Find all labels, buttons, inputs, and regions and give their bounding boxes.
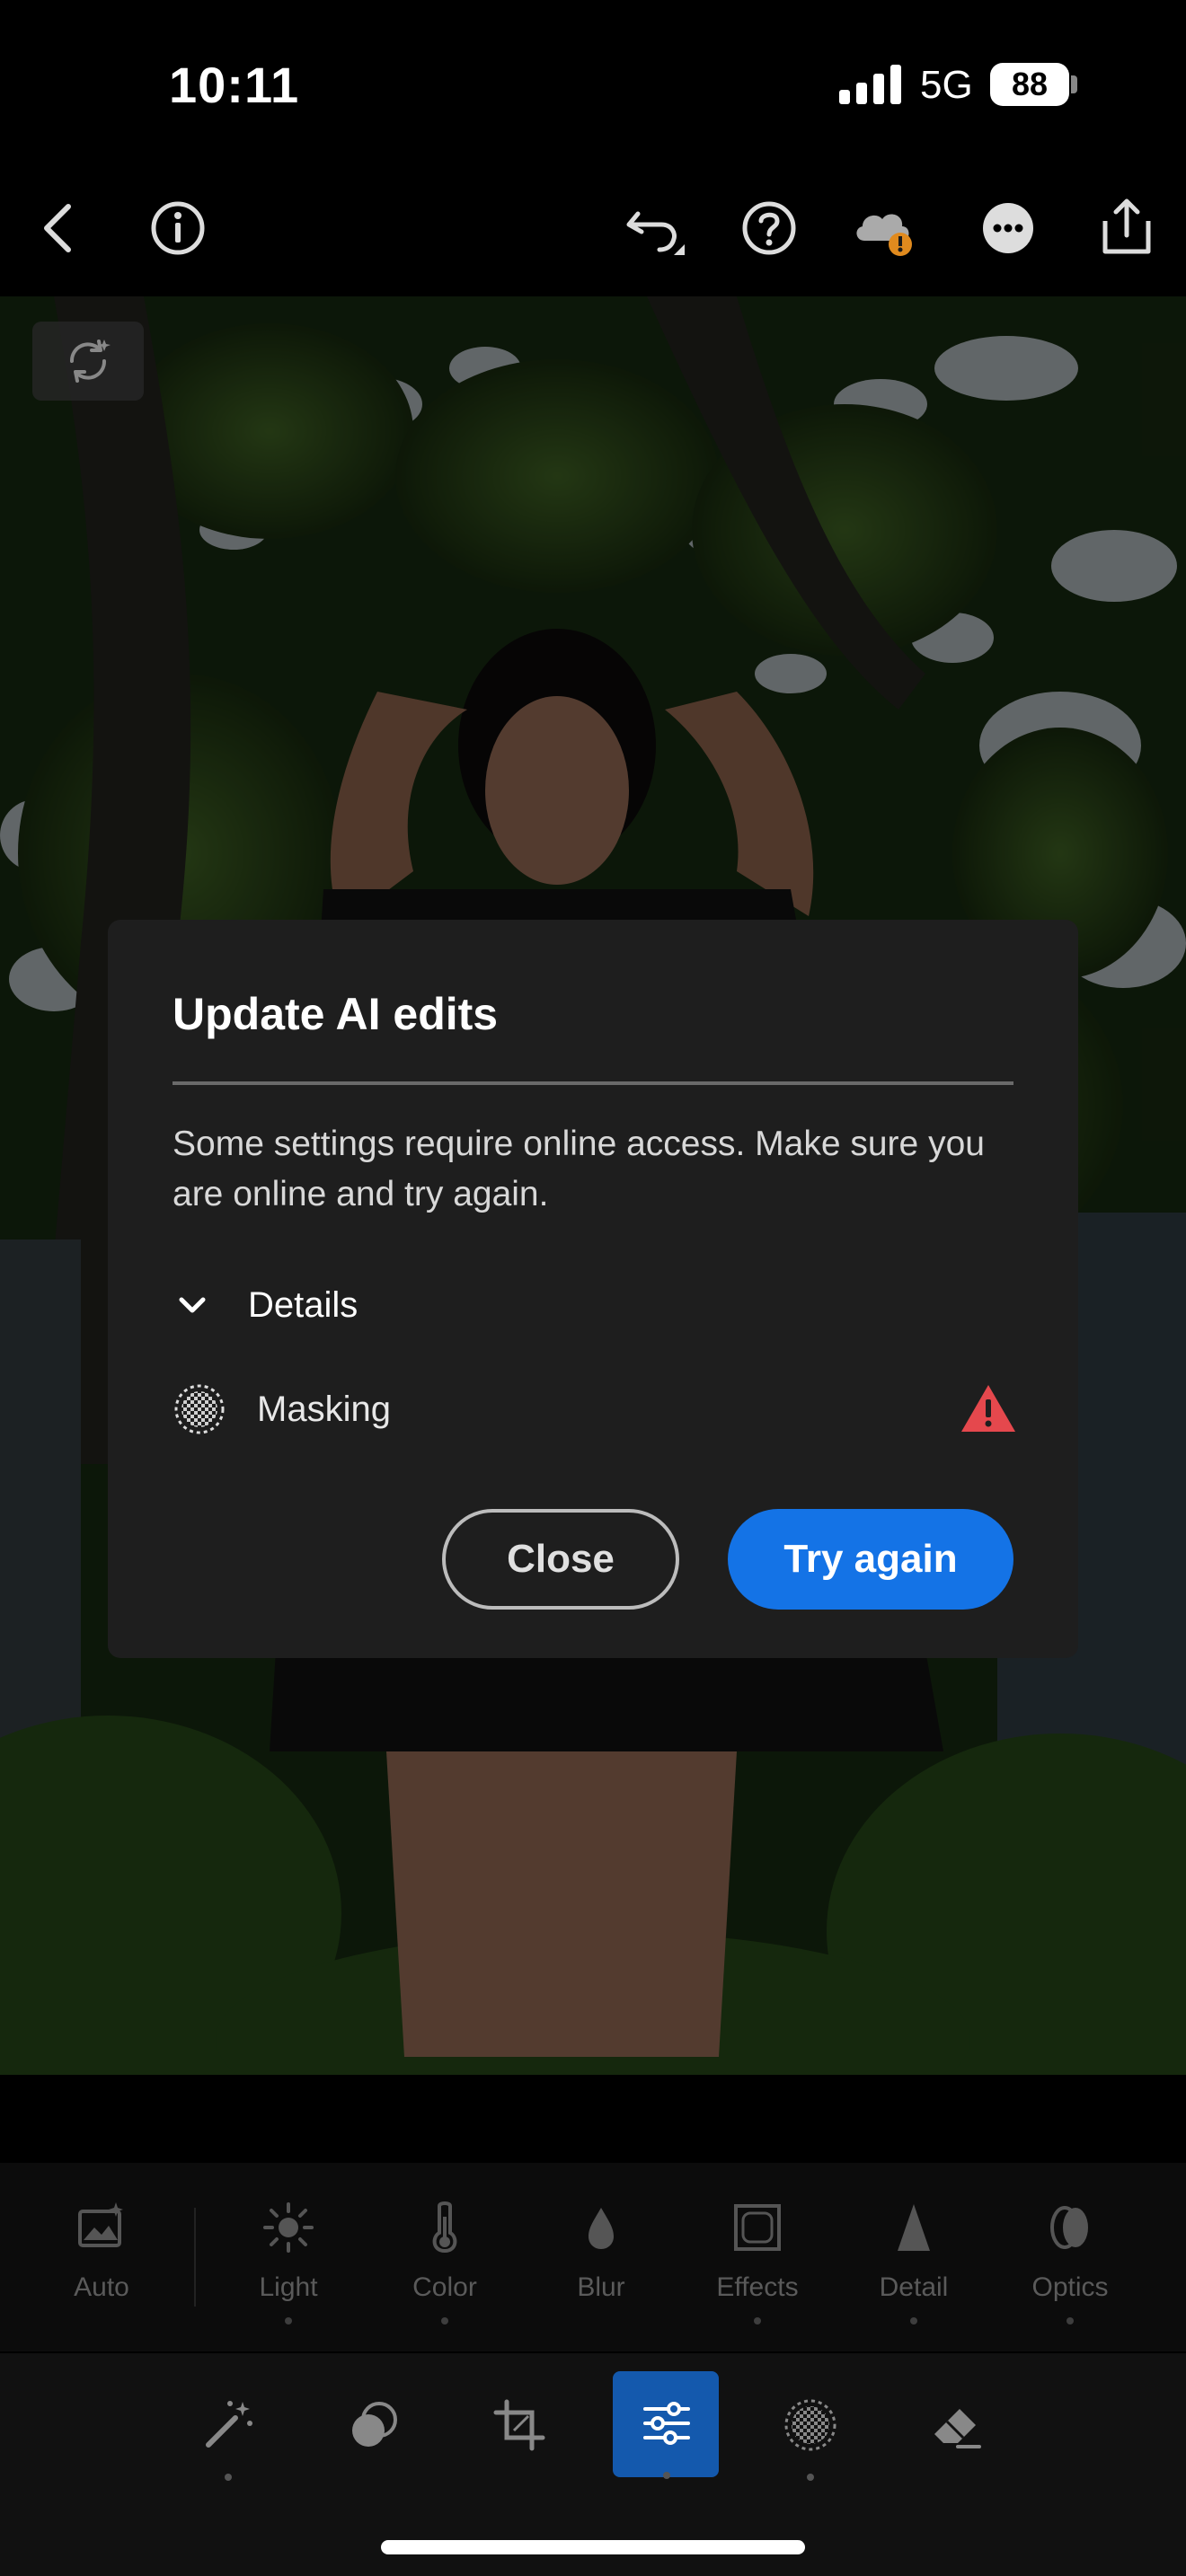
battery-indicator: 88 xyxy=(990,63,1069,106)
info-icon[interactable] xyxy=(144,194,212,262)
close-button[interactable]: Close xyxy=(442,1509,679,1610)
tool-dot xyxy=(807,2474,814,2481)
battery-tip xyxy=(1071,75,1077,93)
update-ai-edits-dialog: Update AI edits Some settings require on… xyxy=(108,920,1078,1658)
presets-icon xyxy=(352,2402,397,2447)
adjust-label: Auto xyxy=(74,2272,129,2302)
auto-icon xyxy=(78,2202,123,2247)
masking-row: Masking xyxy=(173,1378,1017,1441)
adjust-blur[interactable]: Blur xyxy=(523,2199,679,2333)
masking-icon xyxy=(784,2399,836,2451)
adjust-light[interactable]: Light xyxy=(210,2199,367,2333)
home-indicator[interactable] xyxy=(381,2540,805,2554)
ai-update-button[interactable] xyxy=(32,322,144,401)
warning-icon xyxy=(961,1385,1015,1432)
back-icon[interactable] xyxy=(27,194,95,262)
quick-actions-icon xyxy=(206,2401,252,2448)
cloud-warning-icon[interactable] xyxy=(850,194,918,262)
adjust-detail[interactable]: Detail xyxy=(836,2199,992,2333)
light-icon xyxy=(263,2202,314,2253)
adjust-label: Blur xyxy=(577,2272,625,2302)
share-icon[interactable] xyxy=(1093,194,1161,262)
undo-icon[interactable] xyxy=(620,194,688,262)
tool-presets[interactable] xyxy=(320,2371,428,2506)
tool-quick-actions[interactable] xyxy=(174,2371,282,2506)
tool-dot xyxy=(225,2474,232,2481)
status-bar: 10:11 5G 88 xyxy=(0,0,1186,171)
adjust-dot xyxy=(1067,2317,1074,2325)
tool-crop[interactable] xyxy=(465,2371,573,2506)
dialog-divider xyxy=(173,1081,1013,1085)
status-time: 10:11 xyxy=(169,57,300,113)
edit-icon xyxy=(643,2402,690,2445)
effects-icon xyxy=(734,2204,781,2251)
detail-icon xyxy=(898,2204,930,2251)
ai-refresh-icon xyxy=(69,340,111,383)
adjust-auto[interactable]: Auto xyxy=(23,2199,180,2333)
network-type: 5G xyxy=(920,63,973,107)
chevron-down-icon xyxy=(179,1297,206,1313)
adjust-label: Effects xyxy=(716,2272,799,2302)
details-label: Details xyxy=(248,1284,358,1325)
tool-remove[interactable] xyxy=(902,2371,1010,2506)
crop-icon xyxy=(493,2399,545,2451)
adjustment-panel: Auto Light Color Blur Effects Detail Opt… xyxy=(0,2163,1186,2351)
adjust-label: Detail xyxy=(879,2272,949,2302)
blur-icon xyxy=(589,2208,614,2249)
cellular-signal-icon xyxy=(839,65,901,104)
color-icon xyxy=(432,2201,457,2254)
help-icon[interactable] xyxy=(735,194,803,262)
more-icon[interactable] xyxy=(974,194,1042,262)
tool-edit[interactable] xyxy=(613,2371,721,2506)
adjust-dot xyxy=(441,2317,448,2325)
masking-icon xyxy=(174,1384,225,1434)
dialog-title: Update AI edits xyxy=(173,989,499,1039)
tool-masking[interactable] xyxy=(757,2371,864,2506)
masking-label: Masking xyxy=(257,1389,391,1429)
optics-icon xyxy=(1050,2206,1088,2249)
adjust-optics[interactable]: Optics xyxy=(992,2199,1148,2333)
top-toolbar xyxy=(0,171,1186,296)
try-again-button[interactable]: Try again xyxy=(728,1509,1013,1610)
adjust-color[interactable]: Color xyxy=(367,2199,523,2333)
adjust-dot xyxy=(285,2317,292,2325)
adjust-dot xyxy=(754,2317,761,2325)
adjust-effects[interactable]: Effects xyxy=(679,2199,836,2333)
adjust-separator xyxy=(194,2208,196,2307)
adjust-label: Light xyxy=(259,2272,318,2302)
adjust-label: Color xyxy=(412,2272,477,2302)
bottom-tool-bar xyxy=(0,2353,1186,2576)
adjust-label: Optics xyxy=(1031,2272,1109,2302)
eraser-icon xyxy=(934,2409,981,2448)
dialog-message: Some settings require online access. Mak… xyxy=(173,1125,985,1213)
details-toggle[interactable]: Details xyxy=(173,1274,358,1337)
tool-dot xyxy=(663,2472,670,2479)
adjust-dot xyxy=(910,2317,917,2325)
